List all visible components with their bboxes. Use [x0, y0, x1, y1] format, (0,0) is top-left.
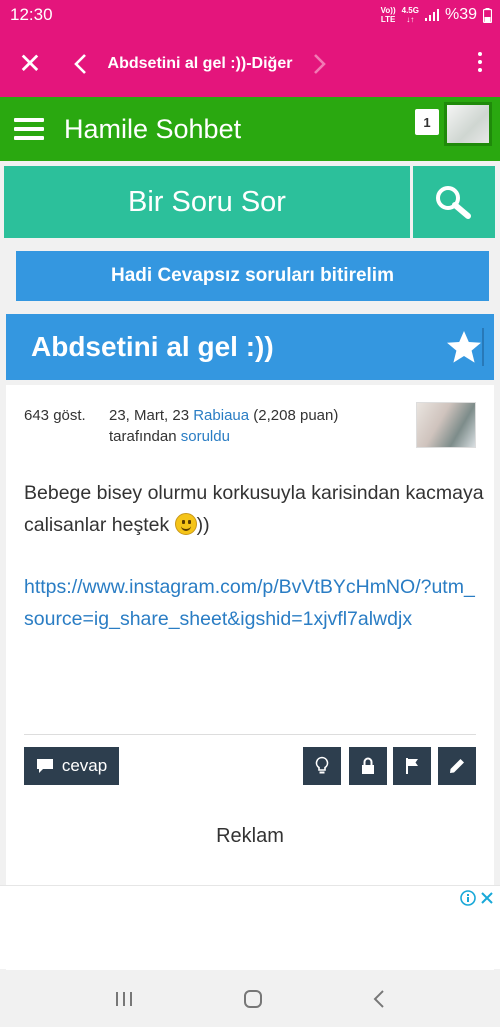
status-time: 12:30	[10, 5, 53, 24]
favorite-button[interactable]	[446, 328, 484, 366]
pencil-icon	[450, 759, 464, 773]
asked-link[interactable]: soruldu	[181, 428, 230, 445]
ad-label: Reklam	[216, 825, 284, 847]
lightbulb-icon	[315, 756, 329, 774]
ad-controls	[460, 890, 494, 906]
search-icon	[436, 186, 471, 219]
question-title: Abdsetini al gel :))	[31, 331, 274, 362]
hamburger-menu-icon[interactable]	[14, 118, 44, 140]
network-type-icon: 4.5G ↓↑	[401, 6, 419, 24]
instagram-link[interactable]: https://www.instagram.com/p/BvVtBYcHmNO/…	[24, 571, 484, 635]
recent-apps-icon[interactable]	[114, 990, 134, 1008]
question-body-end: ))	[196, 514, 210, 536]
search-button[interactable]	[413, 166, 495, 238]
status-bar: 12:30 Vo)) LTE 4.5G ↓↑ %39	[0, 0, 500, 30]
site-header: Hamile Sohbet 1	[0, 97, 500, 161]
divider	[24, 734, 476, 735]
ask-question-button[interactable]: Bir Soru Sor	[4, 166, 410, 238]
smiley-icon	[174, 513, 197, 535]
site-title[interactable]: Hamile Sohbet	[64, 114, 241, 145]
volte-icon: Vo)) LTE	[380, 6, 396, 24]
report-button[interactable]	[393, 747, 431, 785]
question-byline: 23, Mart, 23 Rabiaua (2,208 puan) tarafı…	[109, 405, 409, 447]
ad-banner[interactable]	[0, 885, 500, 969]
byline-by: tarafından	[109, 428, 177, 445]
view-count: 643 göst.	[24, 407, 86, 424]
back-icon[interactable]	[372, 989, 386, 1009]
browser-app-bar: ✕ Abdsetini al gel :))-Diğer	[0, 30, 500, 97]
lock-icon	[362, 757, 374, 774]
home-icon[interactable]	[242, 988, 264, 1010]
lock-button[interactable]	[349, 747, 387, 785]
answer-button-label: cevap	[61, 756, 108, 775]
question-card: 643 göst. 23, Mart, 23 Rabiaua (2,208 pu…	[6, 385, 494, 970]
answer-button[interactable]: cevap	[24, 747, 119, 785]
user-avatar[interactable]	[444, 102, 492, 146]
hint-button[interactable]	[303, 747, 341, 785]
question-date: 23, Mart, 23	[109, 407, 190, 424]
chevron-left-icon[interactable]	[60, 53, 100, 75]
star-icon	[447, 331, 481, 363]
ad-close-icon[interactable]	[480, 891, 494, 905]
notification-badge[interactable]: 1	[415, 109, 439, 135]
chevron-right-icon[interactable]	[300, 53, 340, 75]
comment-icon	[36, 759, 53, 773]
status-icons: Vo)) LTE 4.5G ↓↑ %39	[381, 6, 492, 24]
ad-info-icon[interactable]	[460, 890, 476, 906]
author-points: (2,208 puan)	[253, 407, 339, 424]
signal-icon	[424, 9, 439, 21]
question-header: Abdsetini al gel :))	[6, 314, 494, 380]
app-bar-title: Abdsetini al gel :))-Diğer	[107, 54, 293, 72]
edit-button[interactable]	[438, 747, 476, 785]
battery-level: %39	[444, 6, 477, 23]
question-body: Bebege bisey olurmu korkusuyla karisinda…	[24, 477, 484, 541]
unanswered-questions-button[interactable]: Hadi Cevapsız soruları bitirelim	[16, 251, 489, 301]
page-content: Bir Soru Sor Hadi Cevapsız soruları biti…	[0, 161, 500, 970]
more-menu-icon[interactable]	[478, 52, 482, 72]
close-icon[interactable]: ✕	[0, 47, 60, 80]
battery-icon	[483, 7, 492, 23]
ask-bar: Bir Soru Sor	[4, 166, 495, 238]
author-avatar[interactable]	[416, 402, 476, 448]
flag-icon	[406, 758, 418, 774]
system-nav-bar	[0, 970, 500, 1027]
author-link[interactable]: Rabiaua	[193, 407, 249, 424]
question-body-text: Bebege bisey olurmu korkusuyla karisinda…	[24, 482, 484, 536]
